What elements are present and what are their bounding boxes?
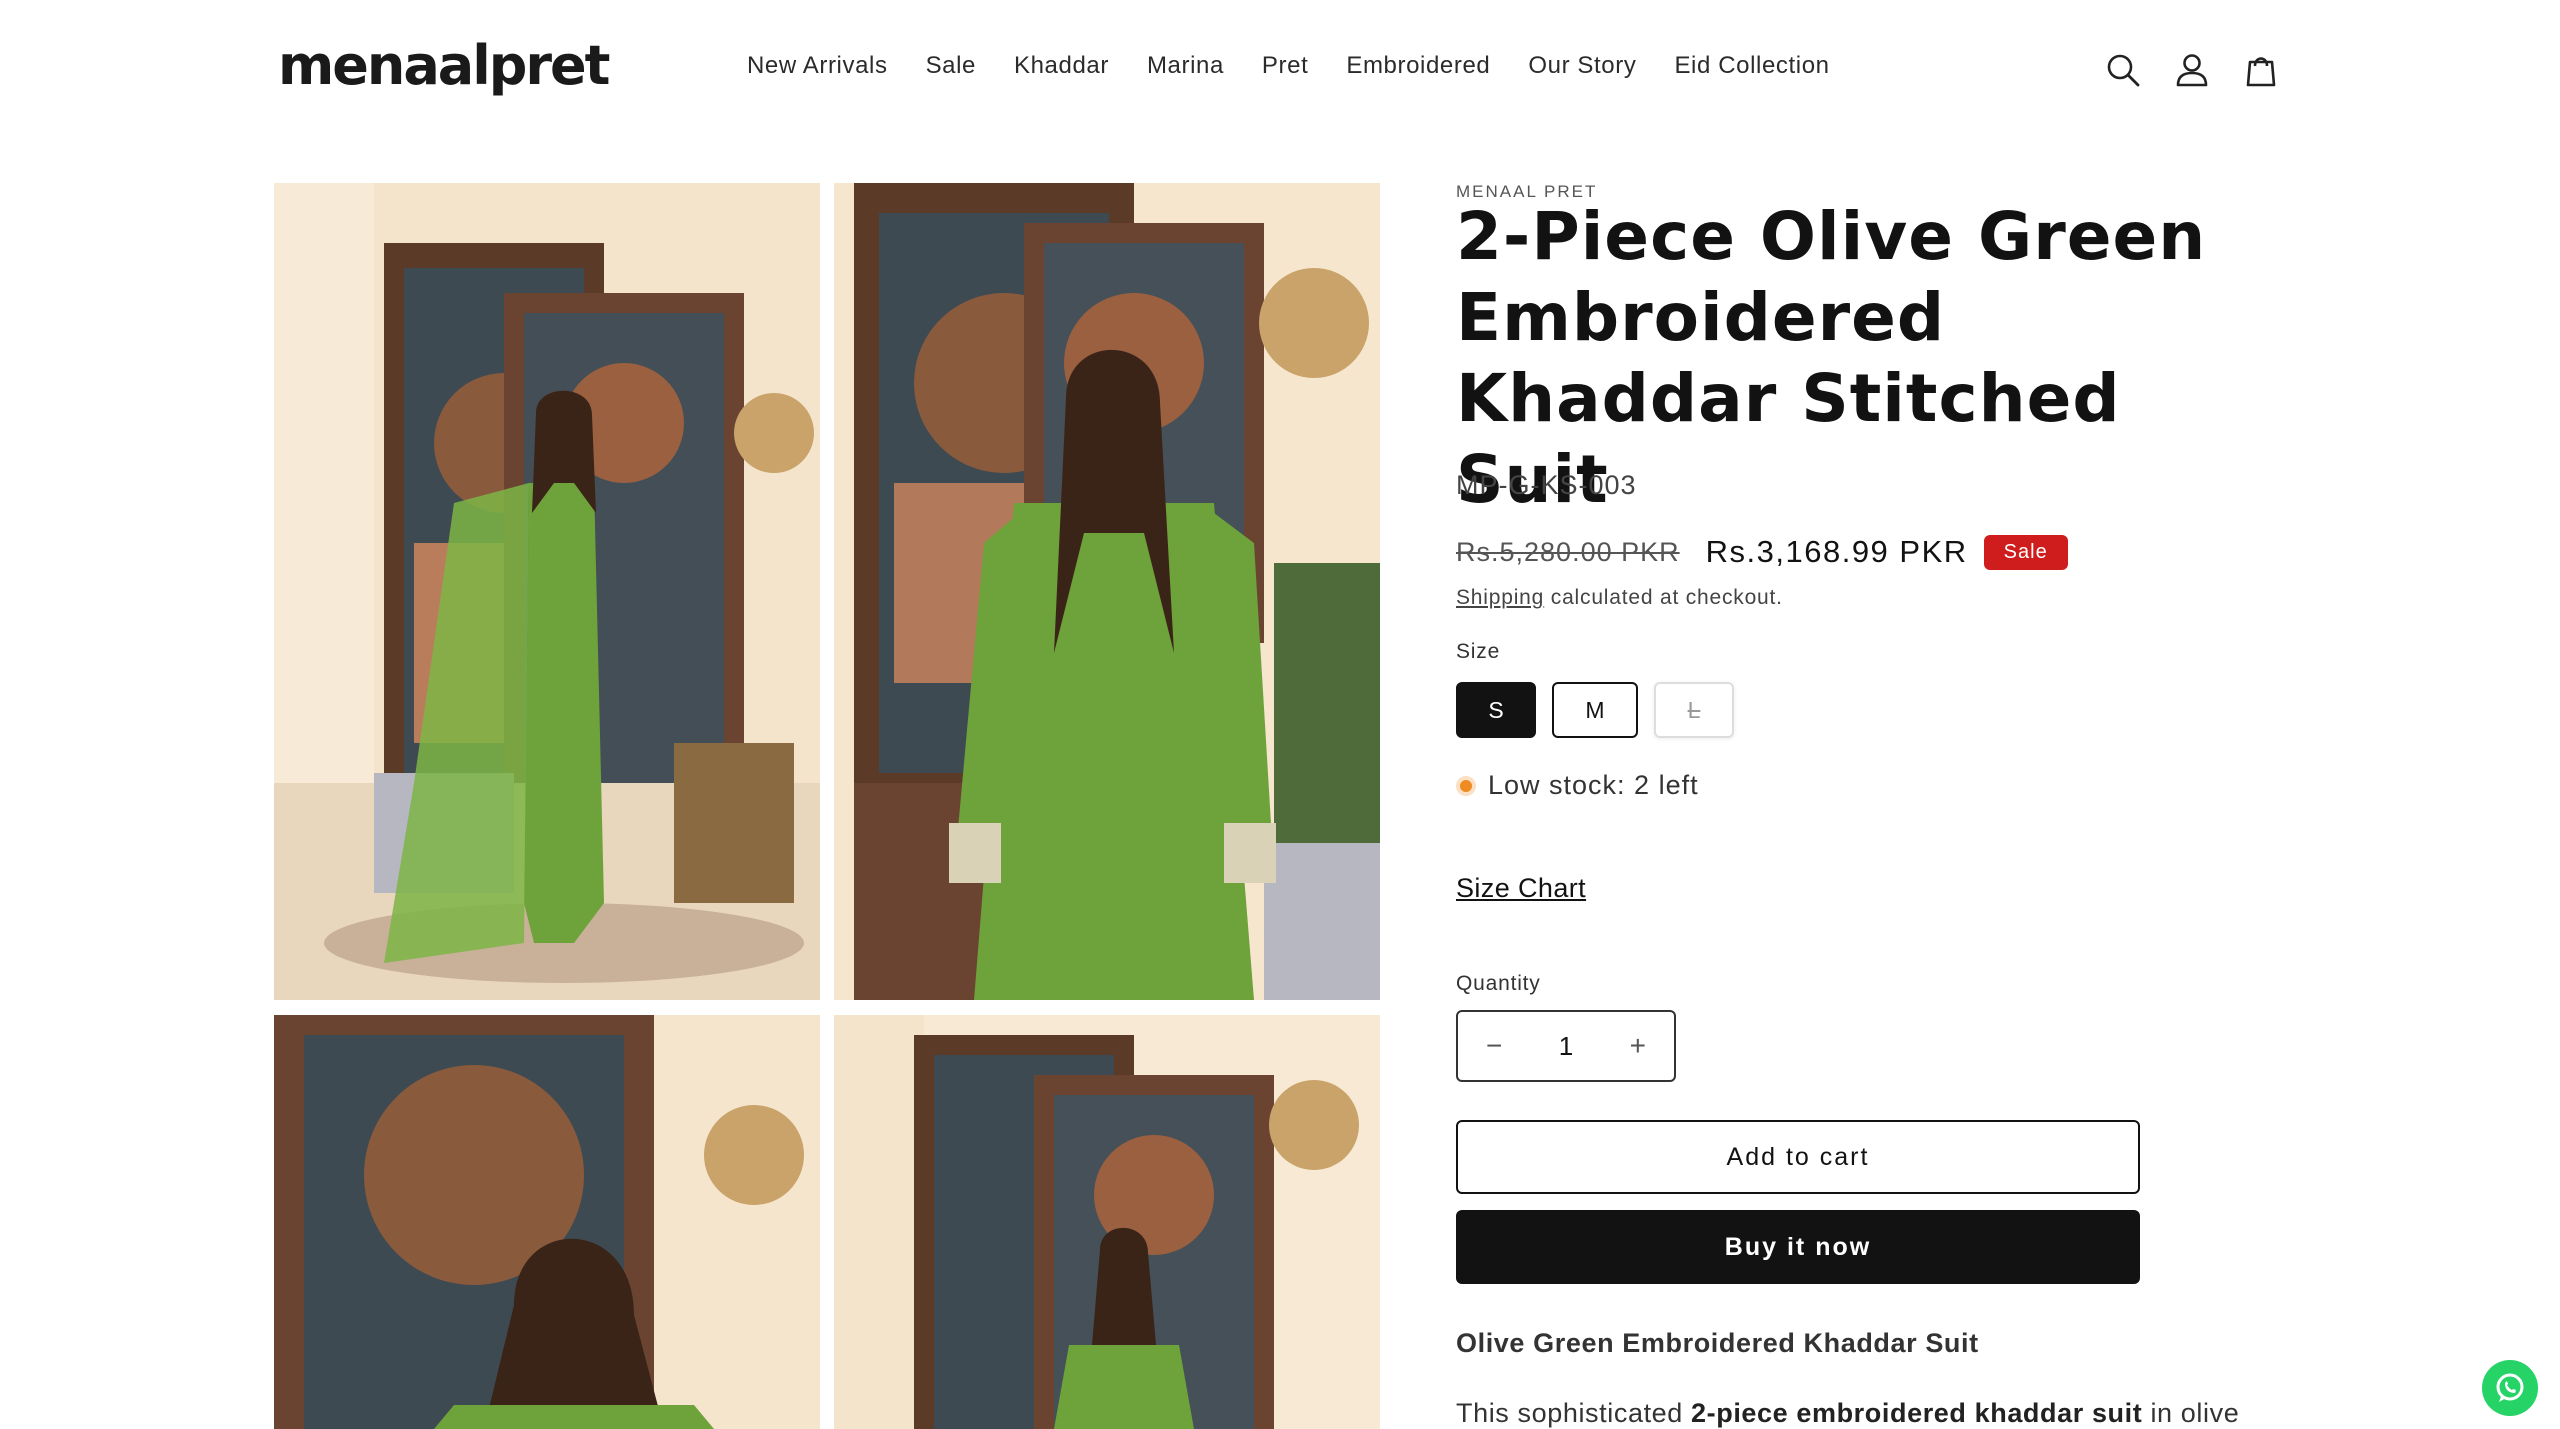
nav-sale[interactable]: Sale: [926, 52, 976, 80]
shipping-text: calculated at checkout.: [1544, 586, 1783, 609]
quantity-input[interactable]: 1: [1559, 1031, 1573, 1062]
description-title: Olive Green Embroidered Khaddar Suit: [1456, 1328, 1979, 1358]
size-chart-link[interactable]: Size Chart: [1456, 873, 1586, 904]
cart-icon[interactable]: [2241, 50, 2281, 90]
add-to-cart-button[interactable]: Add to cart: [1456, 1120, 2140, 1194]
nav-khaddar[interactable]: Khaddar: [1014, 52, 1109, 80]
price-row: Rs.5,280.00 PKR Rs.3,168.99 PKR Sale: [1456, 534, 2068, 570]
site-logo[interactable]: menaalpret: [278, 34, 610, 97]
description-prefix: This sophisticated: [1456, 1398, 1692, 1428]
price-sale: Rs.3,168.99 PKR: [1705, 534, 1968, 569]
description-bold: 2-piece embroidered khaddar suit: [1691, 1398, 2143, 1428]
product-image-3[interactable]: [274, 1015, 820, 1429]
nav-embroidered[interactable]: Embroidered: [1346, 52, 1490, 80]
stock-text: Low stock: 2 left: [1488, 770, 1699, 800]
quantity-increase-button[interactable]: +: [1630, 1030, 1646, 1062]
size-option-l[interactable]: L: [1654, 682, 1734, 738]
nav-new-arrivals[interactable]: New Arrivals: [747, 52, 888, 80]
whatsapp-button[interactable]: [2482, 1360, 2538, 1416]
shipping-link[interactable]: Shipping: [1456, 586, 1544, 609]
nav-pret[interactable]: Pret: [1262, 52, 1308, 80]
size-label: Size: [1456, 640, 1501, 663]
account-icon[interactable]: [2172, 50, 2212, 90]
nav-our-story[interactable]: Our Story: [1528, 52, 1636, 80]
size-options: S M L: [1456, 682, 1750, 738]
shipping-note: Shipping calculated at checkout.: [1456, 586, 1783, 610]
stock-status: Low stock: 2 left: [1456, 770, 1699, 801]
nav-marina[interactable]: Marina: [1147, 52, 1224, 80]
quantity-stepper: − 1 +: [1456, 1010, 1676, 1082]
size-option-s[interactable]: S: [1456, 682, 1536, 738]
product-image-2[interactable]: [834, 183, 1380, 1000]
main-nav: New Arrivals Sale Khaddar Marina Pret Em…: [747, 52, 1868, 80]
description-text: This sophisticated 2-piece embroidered k…: [1456, 1398, 2239, 1429]
product-image-1[interactable]: [274, 183, 820, 1000]
price-regular: Rs.5,280.00 PKR: [1456, 536, 1680, 567]
stock-dot-icon: [1456, 775, 1476, 796]
sale-badge: Sale: [1983, 534, 2068, 570]
nav-eid-collection[interactable]: Eid Collection: [1674, 52, 1829, 80]
description-suffix: in olive: [2142, 1398, 2240, 1428]
quantity-label: Quantity: [1456, 972, 1541, 995]
quantity-decrease-button[interactable]: −: [1486, 1030, 1502, 1062]
search-icon[interactable]: [2103, 50, 2143, 90]
product-image-4[interactable]: [834, 1015, 1380, 1429]
product-sku: MP-G-KS-003: [1456, 470, 1637, 500]
site-header: menaalpret New Arrivals Sale Khaddar Mar…: [0, 0, 2560, 140]
whatsapp-icon: [2496, 1373, 2524, 1402]
size-option-m[interactable]: M: [1552, 682, 1638, 738]
buy-now-button[interactable]: Buy it now: [1456, 1210, 2140, 1284]
